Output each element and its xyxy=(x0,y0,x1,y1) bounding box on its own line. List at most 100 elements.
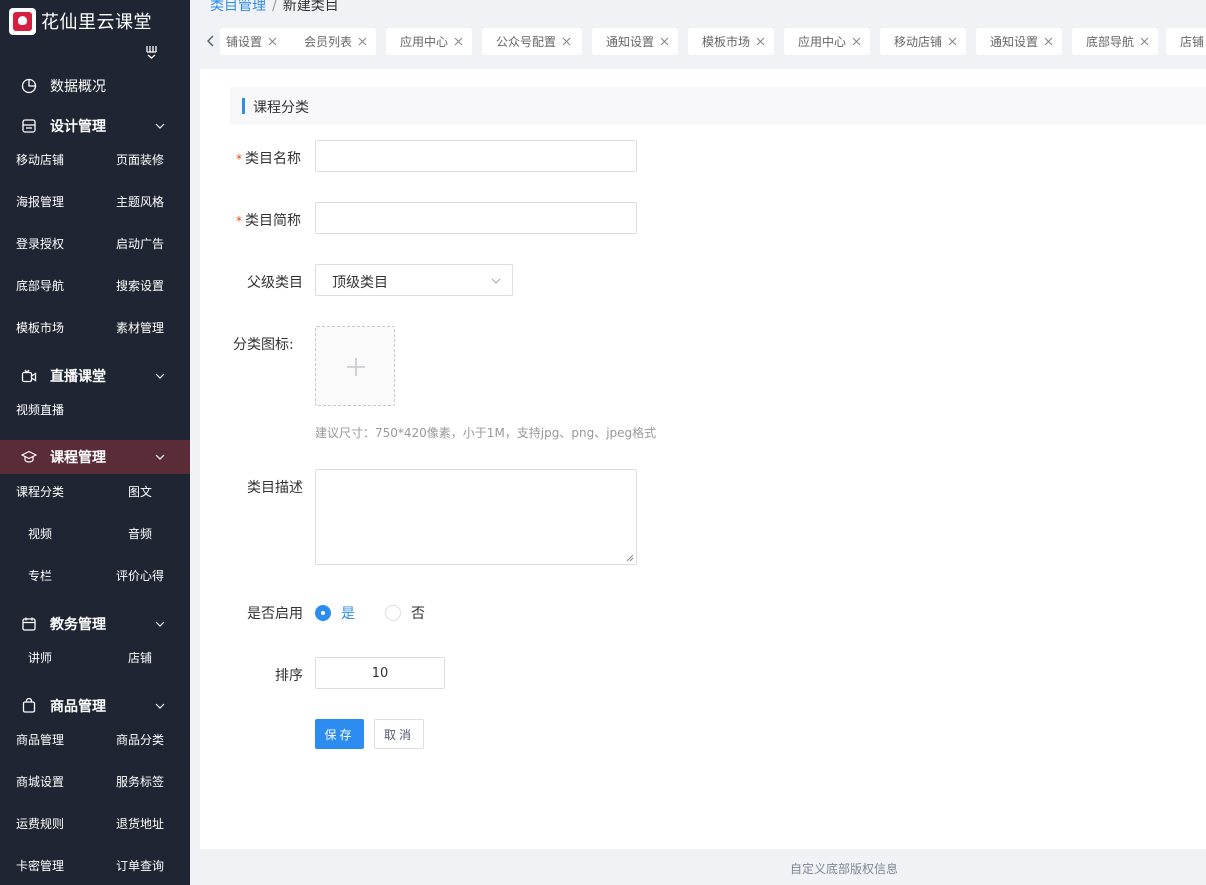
tab-member-list[interactable]: 会员列表 xyxy=(290,28,376,55)
save-button[interactable]: 保存 xyxy=(315,719,364,749)
close-icon[interactable] xyxy=(358,37,367,46)
tab-label: 底部导航 xyxy=(1086,35,1135,49)
chevron-left-icon[interactable] xyxy=(204,34,218,48)
tab-label: 模板市场 xyxy=(702,35,751,49)
enable-label: 是否启用 xyxy=(247,606,303,622)
sidebar-item-theme[interactable]: 主题风格 xyxy=(116,193,164,210)
breadcrumb-parent-link[interactable]: 类目管理 xyxy=(210,0,266,14)
tab-bottom-nav[interactable]: 底部导航 xyxy=(1072,28,1158,55)
tab-notify-settings-2[interactable]: 通知设置 xyxy=(976,28,1062,55)
close-icon[interactable] xyxy=(268,37,277,46)
sidebar-item-template-market[interactable]: 模板市场 xyxy=(16,319,64,336)
sidebar-group-label: 教务管理 xyxy=(50,617,106,633)
logo-icon xyxy=(9,7,36,35)
chevron-down-icon xyxy=(155,621,165,627)
sidebar-item-order-query[interactable]: 订单查询 xyxy=(116,857,164,874)
sidebar-item-login-auth[interactable]: 登录授权 xyxy=(16,235,64,252)
app-logo[interactable]: 花仙里云课堂 xyxy=(9,7,152,35)
sidebar-group-label: 课程管理 xyxy=(50,450,106,466)
sidebar-item-launch-ad[interactable]: 启动广告 xyxy=(116,235,164,252)
sidebar-group-label: 直播课堂 xyxy=(50,369,106,385)
sidebar-group-design[interactable]: 设计管理 xyxy=(0,108,190,144)
tab-label: 通知设置 xyxy=(606,35,655,49)
menu-collapse-icon[interactable] xyxy=(144,44,160,60)
tabs-bar: 铺设置 会员列表 应用中心 公众号配置 通知设置 模板市场 应用中心 移动店铺 … xyxy=(190,24,1206,60)
short-name-label: * 类目简称 xyxy=(236,210,301,230)
tab-store[interactable]: 店铺 xyxy=(1166,28,1206,55)
sidebar-item-course-category[interactable]: 课程分类 xyxy=(16,483,64,500)
sidebar-item-audio[interactable]: 音频 xyxy=(128,525,152,542)
close-icon[interactable] xyxy=(756,37,765,46)
tab-app-center-2[interactable]: 应用中心 xyxy=(784,28,870,55)
sidebar-item-return-address[interactable]: 退货地址 xyxy=(116,815,164,832)
close-icon[interactable] xyxy=(1044,37,1053,46)
tab-label: 通知设置 xyxy=(990,35,1039,49)
sidebar-item-service-tags[interactable]: 服务标签 xyxy=(116,773,164,790)
section-accent-bar xyxy=(242,98,245,114)
sidebar-item-goods[interactable]: 商品管理 xyxy=(16,731,64,748)
sidebar-item-shipping-rules[interactable]: 运费规则 xyxy=(16,815,64,832)
sidebar-item-card-keys[interactable]: 卡密管理 xyxy=(16,857,64,874)
tab-official-account[interactable]: 公众号配置 xyxy=(482,28,582,55)
sidebar-item-video[interactable]: 视频 xyxy=(28,525,52,542)
sidebar-group-academic[interactable]: 教务管理 xyxy=(0,606,190,642)
sidebar-item-store[interactable]: 店铺 xyxy=(128,649,152,666)
sidebar-group-live[interactable]: 直播课堂 xyxy=(0,358,190,394)
sidebar-item-mall-settings[interactable]: 商城设置 xyxy=(16,773,64,790)
resize-grip-icon[interactable] xyxy=(626,554,634,562)
sidebar: 花仙里云课堂 数据概况 设计管理 移动店铺 页面装修 海报管理 主题风格 登录授… xyxy=(0,0,190,885)
close-icon[interactable] xyxy=(562,37,571,46)
breadcrumb-current: 新建类目 xyxy=(282,0,339,14)
sidebar-item-search-settings[interactable]: 搜索设置 xyxy=(116,277,164,294)
tab-app-center[interactable]: 应用中心 xyxy=(386,28,472,55)
sidebar-group-course[interactable]: 课程管理 xyxy=(0,440,190,474)
radio-unchecked-icon xyxy=(385,605,401,621)
description-textarea[interactable] xyxy=(315,469,637,565)
sidebar-item-poster[interactable]: 海报管理 xyxy=(16,193,64,210)
tab-label: 移动店铺 xyxy=(894,35,943,49)
sidebar-group-goods[interactable]: 商品管理 xyxy=(0,688,190,724)
sidebar-item-lecturer[interactable]: 讲师 xyxy=(28,649,52,666)
sidebar-item-materials[interactable]: 素材管理 xyxy=(116,319,164,336)
plus-icon xyxy=(347,358,365,376)
icon-size-hint: 建议尺寸：750*420像素，小于1M，支持jpg、png、jpeg格式 xyxy=(315,426,657,440)
parent-category-select[interactable]: 顶级类目 xyxy=(315,264,513,296)
chevron-down-icon xyxy=(491,278,501,284)
sidebar-item-mobile-store[interactable]: 移动店铺 xyxy=(16,151,64,168)
cancel-button[interactable]: 取消 xyxy=(374,719,424,749)
chevron-down-icon xyxy=(155,373,165,379)
tab-mobile-store[interactable]: 移动店铺 xyxy=(880,28,966,55)
close-icon[interactable] xyxy=(852,37,861,46)
tab-label: 公众号配置 xyxy=(496,35,557,49)
enable-no-radio[interactable]: 否 xyxy=(385,603,425,623)
tab-notify-settings[interactable]: 通知设置 xyxy=(592,28,678,55)
sort-input[interactable]: 10 xyxy=(315,657,445,689)
sidebar-item-column[interactable]: 专栏 xyxy=(28,567,52,584)
name-label-text: 类目名称 xyxy=(245,151,301,167)
sidebar-item-article[interactable]: 图文 xyxy=(128,483,152,500)
design-icon xyxy=(22,119,36,133)
category-name-input[interactable] xyxy=(315,140,637,172)
close-icon[interactable] xyxy=(948,37,957,46)
required-mark: * xyxy=(236,214,242,228)
sidebar-item-bottom-nav[interactable]: 底部导航 xyxy=(16,277,64,294)
sidebar-item-reviews[interactable]: 评价心得 xyxy=(116,567,164,584)
category-short-name-input[interactable] xyxy=(315,202,637,234)
enable-yes-radio[interactable]: 是 xyxy=(315,603,355,623)
graduation-cap-icon xyxy=(21,450,37,463)
sidebar-item-goods-category[interactable]: 商品分类 xyxy=(116,731,164,748)
icon-upload-box[interactable] xyxy=(315,326,395,406)
close-icon[interactable] xyxy=(660,37,669,46)
close-icon[interactable] xyxy=(454,37,463,46)
tab-label: 店铺 xyxy=(1180,35,1205,49)
sidebar-item-overview[interactable]: 数据概况 xyxy=(0,68,190,104)
breadcrumb-separator: / xyxy=(272,0,277,14)
tab-template-market[interactable]: 模板市场 xyxy=(688,28,774,55)
shopping-bag-icon xyxy=(22,698,36,713)
enable-no-label: 否 xyxy=(411,606,425,622)
sidebar-item-page-decor[interactable]: 页面装修 xyxy=(116,151,164,168)
radio-checked-icon xyxy=(315,605,331,621)
close-icon[interactable] xyxy=(1140,37,1149,46)
tab-label: 应用中心 xyxy=(798,35,847,49)
sidebar-item-video-live[interactable]: 视频直播 xyxy=(16,401,64,418)
